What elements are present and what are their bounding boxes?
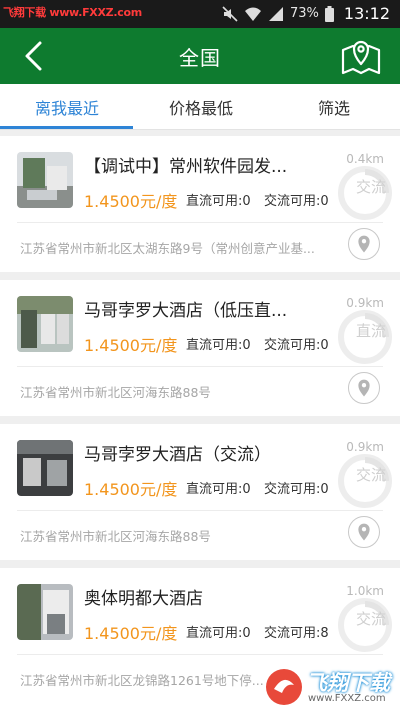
station-name: 马哥孛罗大酒店（交流） xyxy=(84,445,271,465)
divider xyxy=(17,654,383,655)
ac-available: 交流可用:0 xyxy=(264,194,329,209)
battery-icon xyxy=(324,5,334,22)
station-address: 江苏省常州市新北区河海东路88号 xyxy=(20,529,211,544)
station-distance: 0.9km xyxy=(346,296,384,310)
site-watermark: 飞翔下载 www.FXXZ.com xyxy=(264,667,396,709)
mute-icon xyxy=(222,5,238,22)
ac-available: 交流可用:8 xyxy=(264,626,329,641)
charger-type-label: 交流 xyxy=(355,466,386,484)
ac-available: 交流可用:0 xyxy=(264,338,329,353)
tab-lowest-price[interactable]: 价格最低 xyxy=(169,95,233,119)
charger-type-label: 直流 xyxy=(355,322,386,340)
station-distance: 0.9km xyxy=(346,440,384,454)
map-pin-icon xyxy=(341,40,381,75)
station-name: 奥体明都大酒店 xyxy=(84,589,203,609)
watermark-url: www.FXXZ.com xyxy=(308,693,386,704)
watermark-text: 飞翔下载 www.FXXZ.com xyxy=(3,6,142,19)
location-pin-icon xyxy=(358,379,370,397)
charger-type-label: 交流 xyxy=(355,610,386,628)
station-card[interactable]: 【调试中】常州软件园发... 1.4500元/度 直流可用:0 交流可用:0 0… xyxy=(0,136,400,272)
navigate-button[interactable] xyxy=(348,372,380,404)
battery-percent: 73% xyxy=(289,6,319,21)
station-price: 1.4500元/度 xyxy=(84,336,178,355)
station-photo xyxy=(17,152,73,208)
signal-icon xyxy=(268,6,283,21)
wifi-icon xyxy=(244,7,261,21)
dc-available: 直流可用:0 xyxy=(186,626,251,641)
divider xyxy=(17,510,383,511)
station-price: 1.4500元/度 xyxy=(84,624,178,643)
dc-available: 直流可用:0 xyxy=(186,338,251,353)
clock: 13:12 xyxy=(343,4,390,23)
divider xyxy=(17,366,383,367)
sort-tabs: 离我最近 价格最低 筛选 xyxy=(0,84,400,130)
station-price: 1.4500元/度 xyxy=(84,480,178,499)
station-distance: 1.0km xyxy=(346,584,384,598)
status-icons: 73% 13:12 xyxy=(222,4,390,23)
station-address: 江苏省常州市新北区河海东路88号 xyxy=(20,385,211,400)
location-pin-icon xyxy=(358,235,370,253)
station-name: 马哥孛罗大酒店（低压直... xyxy=(84,301,288,321)
tab-filter[interactable]: 筛选 xyxy=(318,95,350,119)
station-distance: 0.4km xyxy=(346,152,384,166)
station-photo xyxy=(17,440,73,496)
charger-type-label: 交流 xyxy=(355,178,386,196)
dc-available: 直流可用:0 xyxy=(186,194,251,209)
station-photo xyxy=(17,296,73,352)
active-tab-indicator xyxy=(0,126,133,129)
status-bar: 飞翔下载 www.FXXZ.com 73% 13:12 xyxy=(0,0,400,28)
divider xyxy=(17,222,383,223)
station-price: 1.4500元/度 xyxy=(84,192,178,211)
ac-available: 交流可用:0 xyxy=(264,482,329,497)
navigate-button[interactable] xyxy=(348,516,380,548)
tab-nearest[interactable]: 离我最近 xyxy=(35,95,99,119)
watermark-logo-icon xyxy=(266,669,302,705)
map-button[interactable] xyxy=(340,36,382,76)
station-address: 江苏省常州市新北区太湖东路9号（常州创意产业基... xyxy=(20,241,315,256)
station-card[interactable]: 马哥孛罗大酒店（低压直... 1.4500元/度 直流可用:0 交流可用:0 0… xyxy=(0,280,400,416)
station-card[interactable]: 马哥孛罗大酒店（交流） 1.4500元/度 直流可用:0 交流可用:0 0.9k… xyxy=(0,424,400,560)
dc-available: 直流可用:0 xyxy=(186,482,251,497)
station-name: 【调试中】常州软件园发... xyxy=(84,157,288,177)
location-pin-icon xyxy=(358,523,370,541)
station-address: 江苏省常州市新北区龙锦路1261号地下停... xyxy=(20,673,264,688)
app-bar: 全国 xyxy=(0,28,400,84)
station-photo xyxy=(17,584,73,640)
navigate-button[interactable] xyxy=(348,228,380,260)
